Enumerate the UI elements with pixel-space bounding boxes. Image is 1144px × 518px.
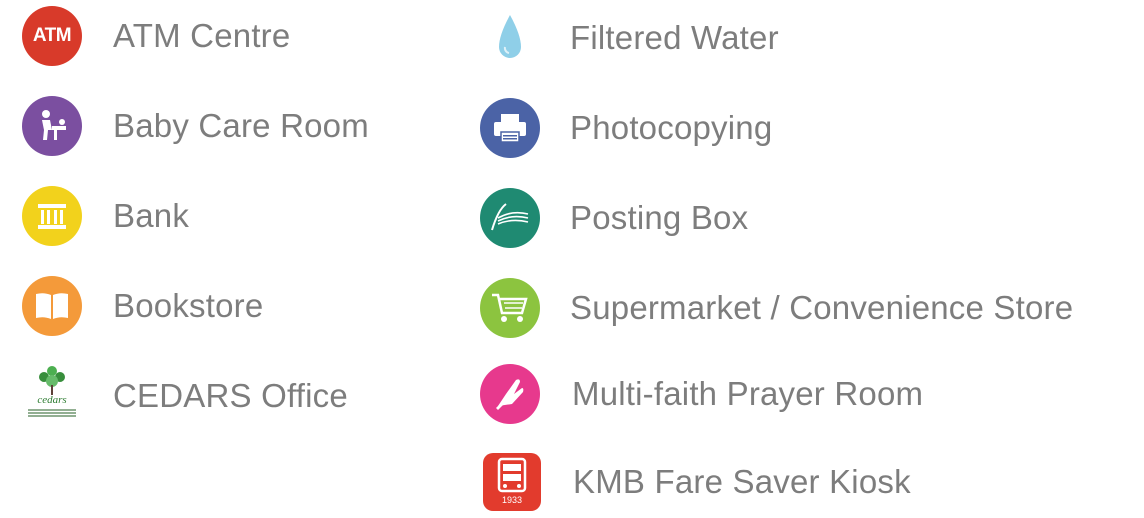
legend-label: Photocopying <box>570 109 773 146</box>
legend-item-photocopying: Photocopying <box>480 98 772 158</box>
legend-label: Posting Box <box>570 199 749 236</box>
legend-item-bookstore: Bookstore <box>22 276 263 336</box>
legend-label: Multi-faith Prayer Room <box>572 375 924 412</box>
legend-label: CEDARS Office <box>113 377 348 414</box>
legend-label: Supermarket / Convenience Store <box>570 289 1074 326</box>
cedars-logo-icon: cedars <box>22 363 82 429</box>
bus-icon: 1933 <box>482 452 542 512</box>
shopping-cart-icon <box>480 278 540 338</box>
atm-icon: ATM <box>22 6 82 66</box>
legend-label: Filtered Water <box>570 19 779 56</box>
legend-item-bank: Bank <box>22 186 189 246</box>
printer-icon <box>480 98 540 158</box>
water-drop-icon <box>480 8 540 68</box>
legend-item-supermarket: Supermarket / Convenience Store <box>480 278 1073 338</box>
book-icon <box>22 276 82 336</box>
legend-label: ATM Centre <box>113 17 291 54</box>
legend-label: Bank <box>113 197 190 234</box>
posting-box-icon <box>480 188 540 248</box>
praying-hands-icon <box>480 364 540 424</box>
legend-item-posting-box: Posting Box <box>480 188 748 248</box>
legend-item-prayer-room: Multi-faith Prayer Room <box>480 364 923 424</box>
legend-item-cedars-office: cedars CEDARS Office <box>22 366 348 426</box>
legend-item-kmb-kiosk: 1933 KMB Fare Saver Kiosk <box>482 452 911 512</box>
legend-item-atm-centre: ATM ATM Centre <box>22 6 290 66</box>
baby-care-icon <box>22 96 82 156</box>
legend-item-filtered-water: Filtered Water <box>480 8 779 68</box>
legend-item-baby-care-room: Baby Care Room <box>22 96 369 156</box>
legend-label: Bookstore <box>113 287 264 324</box>
bank-icon <box>22 186 82 246</box>
legend-label: Baby Care Room <box>113 107 369 144</box>
legend-label: KMB Fare Saver Kiosk <box>573 463 911 500</box>
